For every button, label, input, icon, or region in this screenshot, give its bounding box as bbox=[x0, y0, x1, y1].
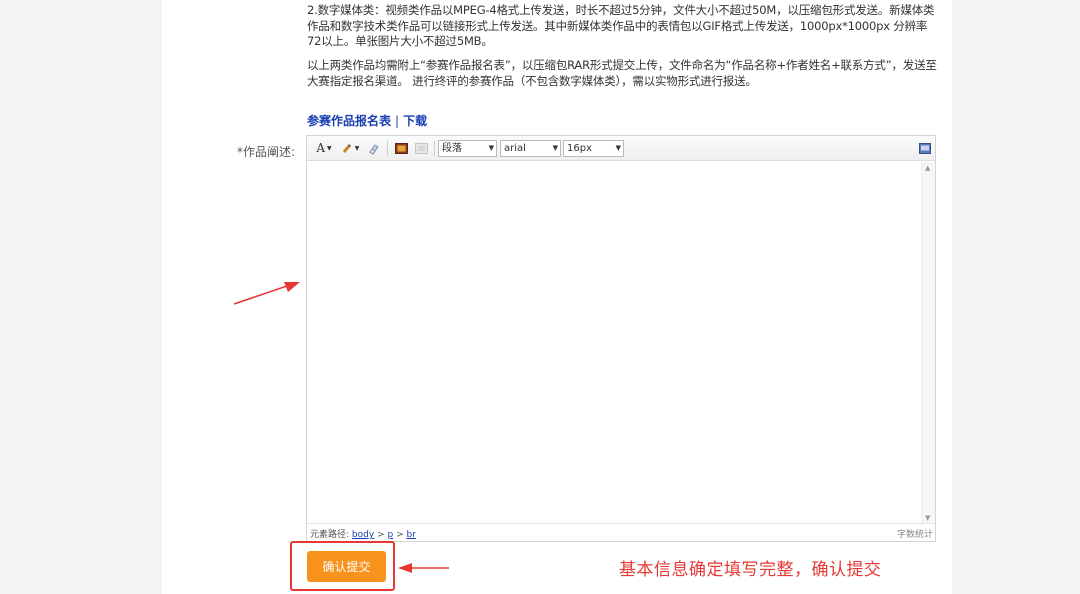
element-path: 元素路径: body > p > br bbox=[310, 527, 416, 540]
path-separator: > bbox=[396, 530, 404, 540]
clear-format-button[interactable] bbox=[365, 140, 381, 156]
image-icon bbox=[394, 142, 408, 154]
editor-content-area[interactable] bbox=[307, 162, 921, 524]
font-family-select[interactable]: arial ▼ bbox=[500, 140, 561, 157]
paragraph-format-value: 段落 bbox=[442, 143, 462, 154]
entry-form-link[interactable]: 参赛作品报名表 bbox=[307, 114, 391, 128]
toolbar-divider bbox=[387, 141, 388, 156]
paragraph-format-select[interactable]: 段落 ▼ bbox=[438, 140, 497, 157]
insert-image-button[interactable] bbox=[393, 140, 409, 156]
chevron-down-icon: ▼ bbox=[354, 144, 360, 152]
chevron-down-icon: ▼ bbox=[327, 144, 332, 152]
scroll-down-icon[interactable]: ▼ bbox=[925, 514, 930, 522]
path-separator: > bbox=[377, 530, 385, 540]
fullscreen-icon bbox=[919, 142, 931, 154]
font-color-button[interactable]: A ▼ bbox=[313, 140, 335, 156]
link-separator: | bbox=[395, 114, 400, 128]
instruction-paragraph-submission: 以上两类作品均需附上“参赛作品报名表”，以压缩包RAR形式提交上传，文件命名为“… bbox=[307, 58, 937, 88]
entry-form-links: 参赛作品报名表 | 下载 bbox=[307, 112, 427, 129]
font-size-value: 16px bbox=[567, 143, 592, 154]
word-count-label: 字数统计 bbox=[896, 530, 933, 540]
path-p-link[interactable]: p bbox=[387, 530, 393, 540]
download-link[interactable]: 下载 bbox=[403, 114, 427, 128]
highlight-pen-icon bbox=[342, 144, 351, 153]
instruction-paragraph-media: 2.数字媒体类：视频类作品以MPEG-4格式上传发送，时长不超过5分钟，文件大小… bbox=[307, 3, 935, 48]
highlight-color-button[interactable]: ▼ bbox=[338, 140, 362, 156]
font-size-select[interactable]: 16px ▼ bbox=[563, 140, 624, 157]
toolbar-divider bbox=[434, 141, 435, 156]
page-container: 2.数字媒体类：视频类作品以MPEG-4格式上传发送，时长不超过5分钟，文件大小… bbox=[162, 0, 952, 594]
font-color-icon: A bbox=[316, 141, 326, 155]
editor-toolbar: A ▼ ▼ 段落 ▼ arial ▼ 16px ▼ bbox=[307, 136, 935, 161]
rich-text-editor: A ▼ ▼ 段落 ▼ arial ▼ 16px ▼ ▲ ▼ 元素路径: body… bbox=[306, 135, 936, 542]
eraser-icon bbox=[368, 143, 379, 155]
chevron-down-icon: ▼ bbox=[615, 144, 621, 152]
path-body-link[interactable]: body bbox=[352, 530, 374, 540]
editor-scrollbar[interactable]: ▲ ▼ bbox=[921, 162, 935, 524]
editor-statusbar: 元素路径: body > p > br 字数统计 bbox=[307, 523, 935, 541]
element-path-label: 元素路径: bbox=[310, 530, 350, 540]
insert-media-button[interactable] bbox=[413, 140, 429, 156]
scroll-up-icon[interactable]: ▲ bbox=[925, 164, 930, 172]
annotation-text: 基本信息确定填写完整，确认提交 bbox=[619, 560, 882, 580]
fullscreen-button[interactable] bbox=[917, 140, 933, 156]
chevron-down-icon: ▼ bbox=[488, 144, 494, 152]
description-label: *作品阐述: bbox=[237, 145, 296, 159]
chevron-down-icon: ▼ bbox=[552, 144, 558, 152]
path-br-link[interactable]: br bbox=[407, 530, 416, 540]
media-icon bbox=[414, 142, 428, 154]
font-family-value: arial bbox=[504, 143, 526, 154]
submit-button[interactable]: 确认提交 bbox=[307, 551, 386, 582]
